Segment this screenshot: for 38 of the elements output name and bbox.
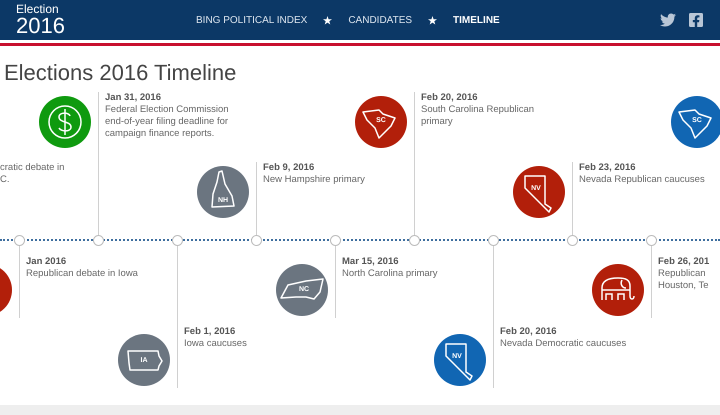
- event-date: Jan 31, 2016: [105, 92, 162, 104]
- event-date: Feb 9, 2016: [263, 162, 316, 174]
- event-description: New Hampshire primary: [263, 174, 365, 186]
- nav-link[interactable]: CANDIDATES: [348, 12, 412, 28]
- twitter-icon[interactable]: [660, 12, 676, 28]
- event-description: Republican Houston, Te: [658, 268, 710, 292]
- event-description: cratic debate in C.: [0, 162, 64, 186]
- event-description: South Carolina Republican primary: [421, 104, 534, 128]
- timeline-node[interactable]: [646, 235, 657, 246]
- timeline-node[interactable]: [330, 235, 341, 246]
- event-date: Feb 20, 2016: [421, 92, 479, 104]
- timeline-node[interactable]: [251, 235, 262, 246]
- star-icon: [428, 16, 438, 24]
- site-logo[interactable]: Election 2016: [16, 3, 196, 37]
- event-description: Nevada Republican caucuses: [579, 174, 705, 186]
- dollar-icon: [47, 104, 83, 140]
- event-date: Jan 2016: [26, 256, 68, 268]
- nav-link[interactable]: BING POLITICAL INDEX: [196, 12, 308, 28]
- event-description: North Carolina primary: [342, 268, 438, 280]
- timeline-node[interactable]: [172, 235, 183, 246]
- timeline-node[interactable]: [14, 235, 25, 246]
- facebook-icon[interactable]: [688, 12, 704, 28]
- page-title: Elections 2016 Timeline: [3, 59, 238, 87]
- event-date: Feb 26, 201: [658, 256, 710, 268]
- timeline-node[interactable]: [93, 235, 104, 246]
- timeline-node[interactable]: [567, 235, 578, 246]
- timeline-node[interactable]: [409, 235, 420, 246]
- event-description: Federal Election Commission end-of-year filing deadline for campaign finance reports.: [105, 104, 229, 140]
- event-date: Feb 1, 2016: [184, 326, 236, 338]
- event-description: Republican debate in Iowa: [26, 268, 138, 280]
- timeline-node[interactable]: [488, 235, 499, 246]
- event-date: Feb 20, 2016: [500, 326, 558, 338]
- event-date: Feb 23, 2016: [579, 162, 637, 174]
- event-description: Iowa caucuses: [184, 338, 247, 350]
- event-date: Mar 15, 2016: [342, 256, 400, 268]
- star-icon: [323, 16, 332, 24]
- event-description: Nevada Democratic caucuses: [500, 338, 626, 350]
- nav-link[interactable]: TIMELINE: [453, 12, 500, 28]
